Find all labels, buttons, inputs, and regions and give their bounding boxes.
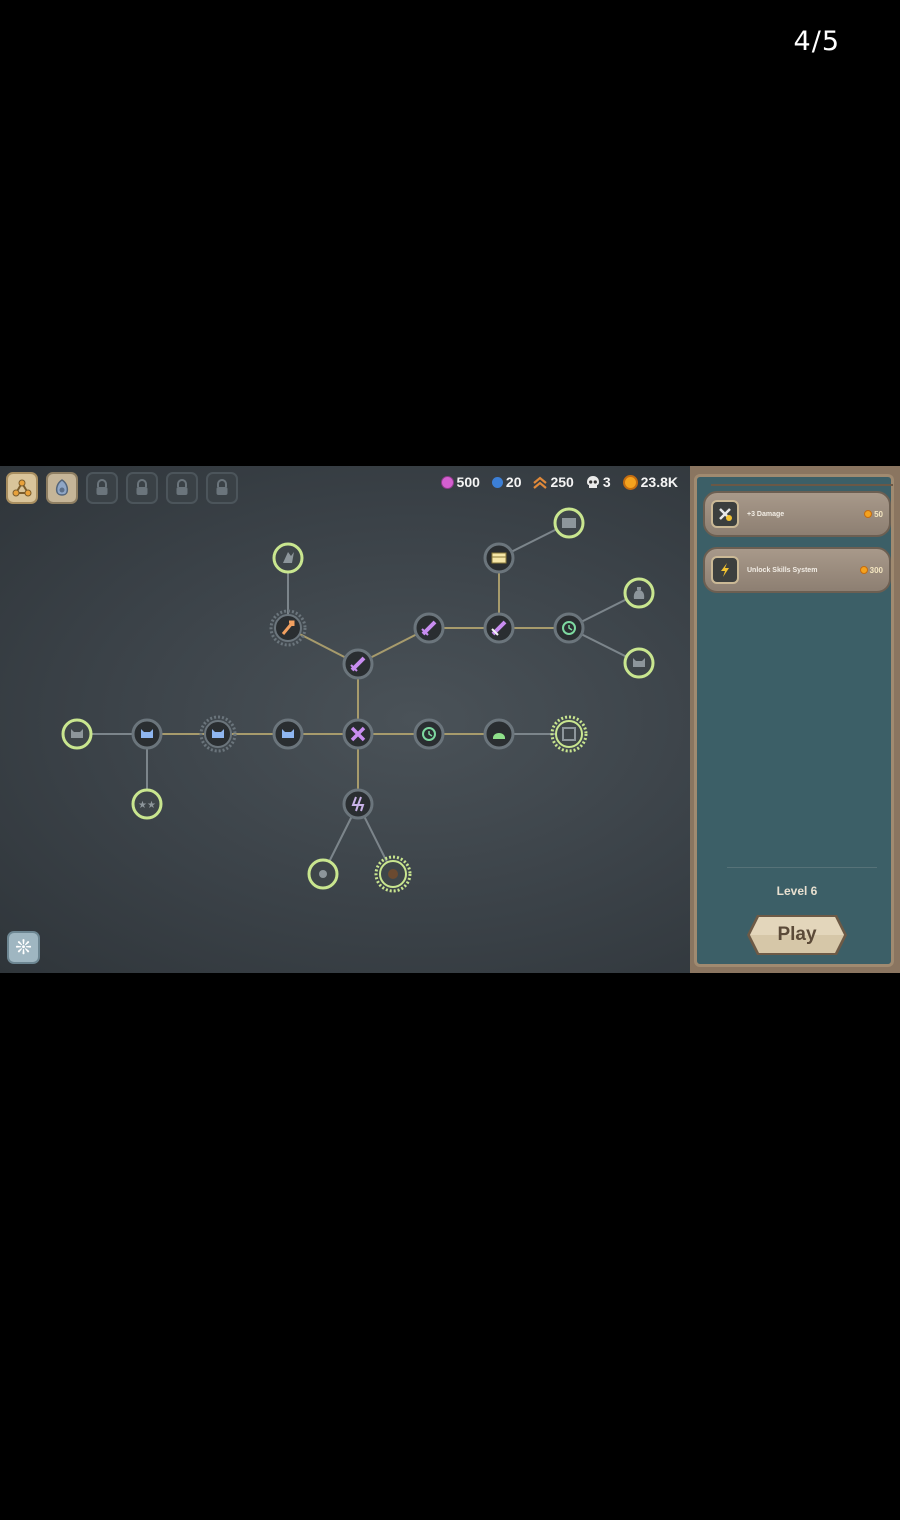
skill-node-slime[interactable]: [483, 718, 515, 750]
panel-divider: [727, 867, 877, 868]
level-label: Level 6: [776, 884, 818, 898]
upgrade-cost: 50: [864, 510, 883, 519]
stars-icon: ★★: [138, 800, 156, 811]
skill-node-crossed-swords[interactable]: [342, 718, 374, 750]
skill-node-sword-1[interactable]: [342, 648, 374, 680]
skill-node-timer-2[interactable]: [413, 718, 445, 750]
bomb-icon: [388, 869, 398, 879]
settings-button[interactable]: ❊: [7, 931, 40, 964]
settings-icon: ❊: [15, 937, 32, 959]
skill-node-frame[interactable]: [550, 715, 588, 753]
skill-node-sword-3[interactable]: [483, 612, 515, 644]
skill-node-cat-blue-3[interactable]: [272, 718, 304, 750]
skill-node-chest-locked[interactable]: [553, 507, 585, 539]
skill-node-stars[interactable]: ★★: [131, 788, 163, 820]
skill-tree-graph: ★★: [61, 507, 655, 893]
panel-top-trim: [711, 476, 893, 486]
skill-node-cat-left[interactable]: [61, 718, 93, 750]
skill-node-fire-arrow[interactable]: [269, 609, 307, 647]
upgrade-name: Unlock Skills System: [747, 566, 818, 574]
skill-node-bag[interactable]: [623, 577, 655, 609]
upgrade-cost-value: 50: [874, 509, 883, 519]
skill-node-locked-a[interactable]: [307, 858, 339, 890]
upgrade-name: +3 Damage: [747, 510, 785, 518]
skill-node-sword-2[interactable]: [413, 612, 445, 644]
upgrade-unlock-skills[interactable]: Unlock Skills System 300: [703, 547, 891, 593]
skill-node-locked-b[interactable]: [374, 855, 412, 893]
chest-icon: [562, 518, 576, 528]
skill-node-lightning[interactable]: [342, 788, 374, 820]
skill-node-claw[interactable]: [272, 542, 304, 574]
damage-icon: [711, 500, 739, 528]
skill-node-timer[interactable]: [553, 612, 585, 644]
skill-node-cat-locked[interactable]: [623, 647, 655, 679]
skill-node-chest[interactable]: [483, 542, 515, 574]
skill-node-cat-blue-2[interactable]: [199, 715, 237, 753]
upgrade-damage[interactable]: +3 Damage 50: [703, 491, 891, 537]
upgrade-panel-inner: +3 Damage 50 Unlock Skills System 300 Le…: [694, 474, 894, 967]
upgrade-cost: 300: [859, 565, 883, 575]
lightning-icon: [711, 556, 739, 584]
coin-icon: [864, 510, 873, 518]
play-label: Play: [777, 924, 817, 945]
game-screen: 500 20 250 3 23.8K ★★ ❊ +3 Damage 50 Unl…: [0, 466, 900, 973]
skill-tree-area: 500 20 250 3 23.8K ★★ ❊: [0, 466, 690, 973]
upgrade-panel: +3 Damage 50 Unlock Skills System 300 Le…: [690, 466, 900, 973]
play-button[interactable]: Play: [747, 913, 847, 957]
chest-icon: [491, 552, 507, 564]
drop-icon: [319, 870, 327, 878]
skill-node-cat-blue-1[interactable]: [131, 718, 163, 750]
page-counter: 4/5: [793, 26, 840, 57]
coin-icon: [859, 566, 868, 574]
upgrade-cost-value: 300: [869, 565, 883, 575]
